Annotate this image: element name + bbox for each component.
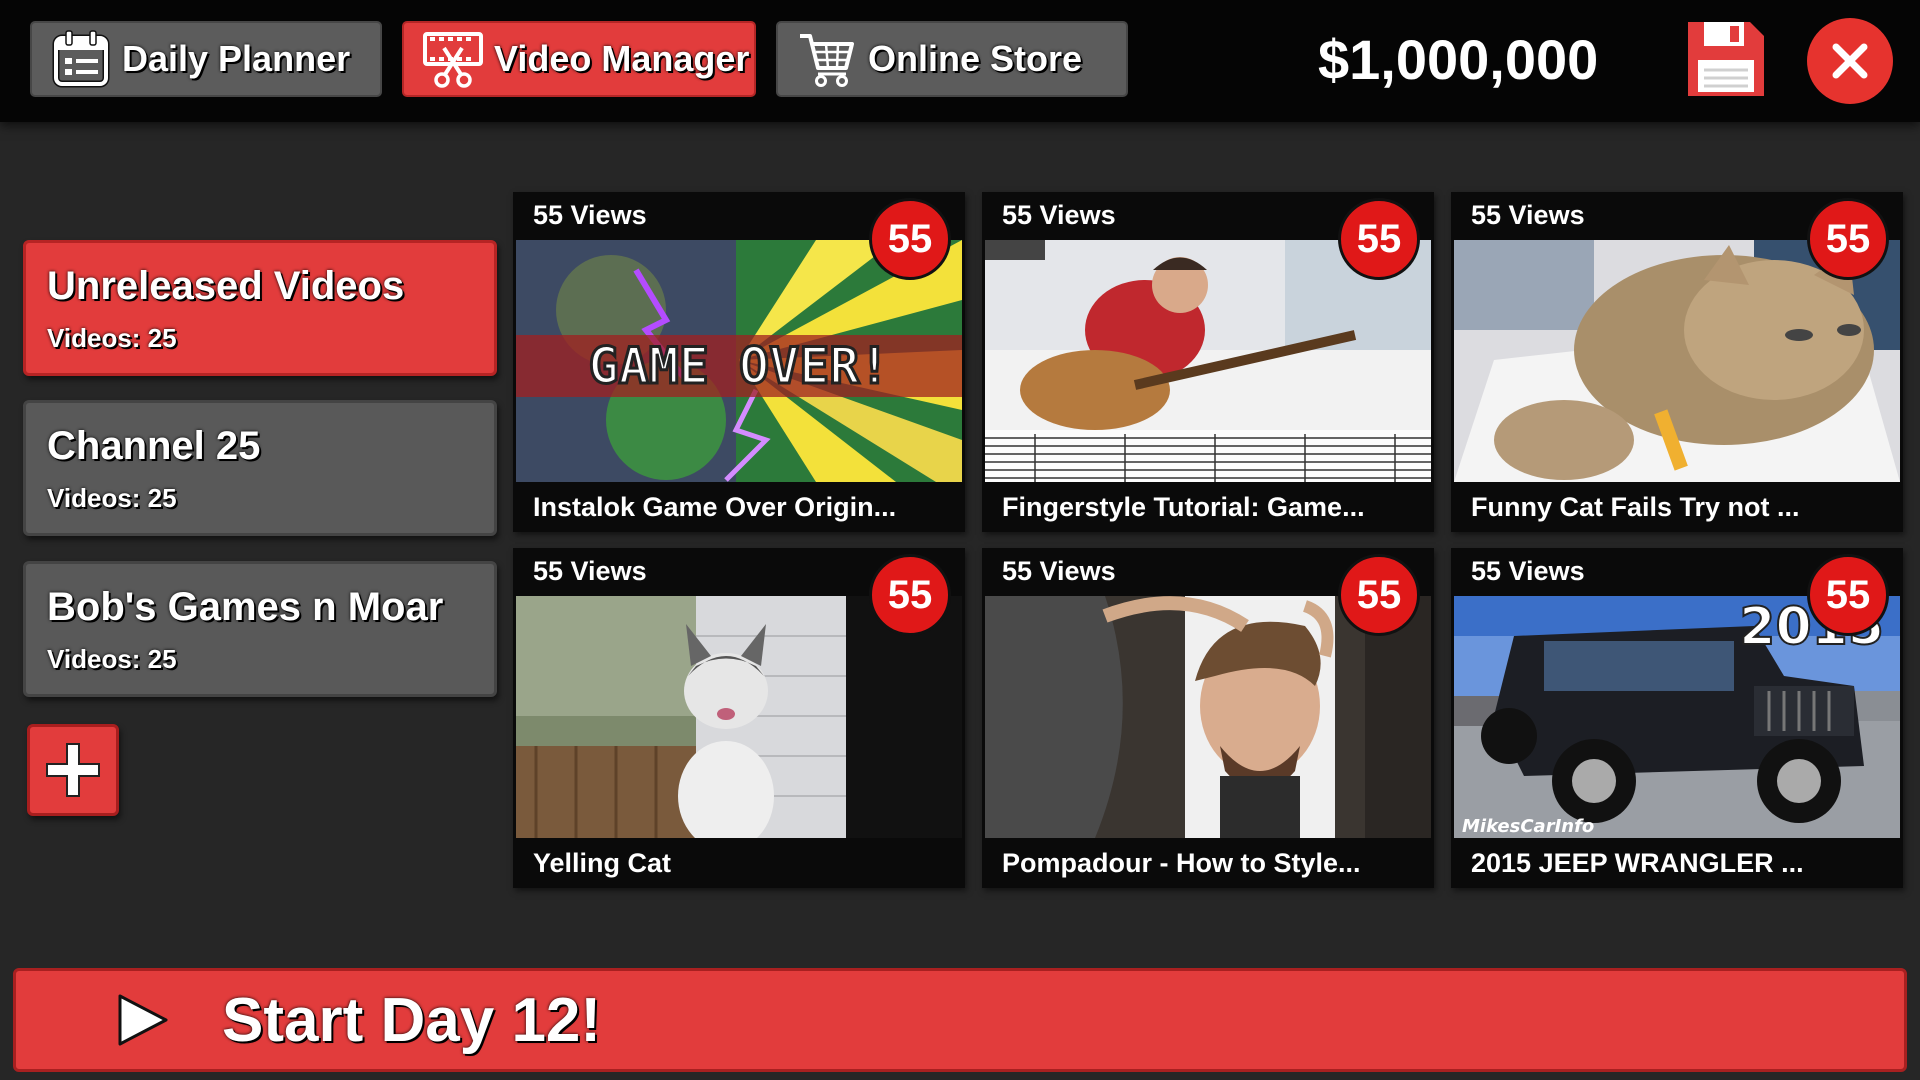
channel-name: Unreleased Videos: [47, 264, 405, 308]
video-views: 55 Views: [533, 200, 647, 230]
save-button[interactable]: [1684, 18, 1768, 100]
channel-video-count: Videos: 25: [47, 323, 177, 353]
video-views: 55 Views: [1002, 556, 1116, 586]
view-count-badge: 55: [869, 198, 951, 280]
tab-video-manager[interactable]: Video Manager: [402, 21, 756, 97]
channel-video-count: Videos: 25: [47, 483, 177, 513]
add-channel-button[interactable]: [27, 724, 119, 816]
video-views: 55 Views: [533, 556, 647, 586]
view-count-badge: 55: [1807, 554, 1889, 636]
video-title: Yelling Cat: [533, 848, 672, 878]
video-views: 55 Views: [1471, 200, 1585, 230]
top-bar: Daily Planner Video Manager Online Store…: [0, 0, 1920, 122]
floppy-disk-icon: [1688, 22, 1764, 96]
video-title: Fingerstyle Tutorial: Game...: [1002, 492, 1365, 522]
video-card[interactable]: 55 Views 55 2015 MikesCarInfo 2015 JEEP …: [1451, 548, 1903, 888]
channel-name: Bob's Games n Moar: [47, 585, 444, 629]
close-icon: [1832, 43, 1868, 79]
plus-icon: [46, 743, 100, 797]
thumbnail-text: GAME OVER!: [588, 337, 889, 395]
video-card[interactable]: 55 Views 55 Pompadour - How to Style...: [982, 548, 1434, 888]
start-day-button[interactable]: Start Day 12!: [13, 968, 1907, 1072]
start-day-label: Start Day 12!: [222, 985, 602, 1055]
video-views: 55 Views: [1002, 200, 1116, 230]
film-scissors-icon: [422, 28, 484, 90]
channel-name: Channel 25: [47, 424, 261, 468]
channel-item-bobs-games[interactable]: Bob's Games n Moar Videos: 25: [23, 561, 497, 697]
video-views: 55 Views: [1471, 556, 1585, 586]
video-title: Pompadour - How to Style...: [1002, 848, 1361, 878]
shopping-cart-icon: [796, 28, 858, 90]
calendar-icon: [50, 28, 112, 90]
view-count-badge: 55: [1338, 198, 1420, 280]
tab-label: Online Store: [868, 38, 1083, 79]
play-icon: [118, 994, 168, 1046]
view-count-badge: 55: [869, 554, 951, 636]
view-count-badge: 55: [1807, 198, 1889, 280]
close-button[interactable]: [1807, 18, 1893, 104]
video-card[interactable]: 55 Views 55 GAME OVER! Instalok Game Ove…: [513, 192, 965, 532]
video-title: Instalok Game Over Origin...: [533, 492, 897, 522]
view-count-badge: 55: [1338, 554, 1420, 636]
video-title: Funny Cat Fails Try not ...: [1471, 492, 1800, 522]
tab-label: Video Manager: [494, 38, 750, 79]
tab-label: Daily Planner: [122, 38, 351, 79]
video-card[interactable]: 55 Views 55 Funny Cat Fails Try not ...: [1451, 192, 1903, 532]
money-display: $1,000,000: [1318, 27, 1599, 91]
video-card[interactable]: 55 Views 55 Fingerstyle Tutorial: Game..…: [982, 192, 1434, 532]
channel-item-unreleased-videos[interactable]: Unreleased Videos Videos: 25: [23, 240, 497, 376]
thumbnail-watermark: MikesCarInfo: [1462, 816, 1594, 837]
channel-video-count: Videos: 25: [47, 644, 177, 674]
tab-online-store[interactable]: Online Store: [776, 21, 1128, 97]
video-title: 2015 JEEP WRANGLER ...: [1471, 848, 1804, 878]
video-card[interactable]: 55 Views 55 Yelling Cat: [513, 548, 965, 888]
channel-item-channel-25[interactable]: Channel 25 Videos: 25: [23, 400, 497, 536]
tab-daily-planner[interactable]: Daily Planner: [30, 21, 382, 97]
